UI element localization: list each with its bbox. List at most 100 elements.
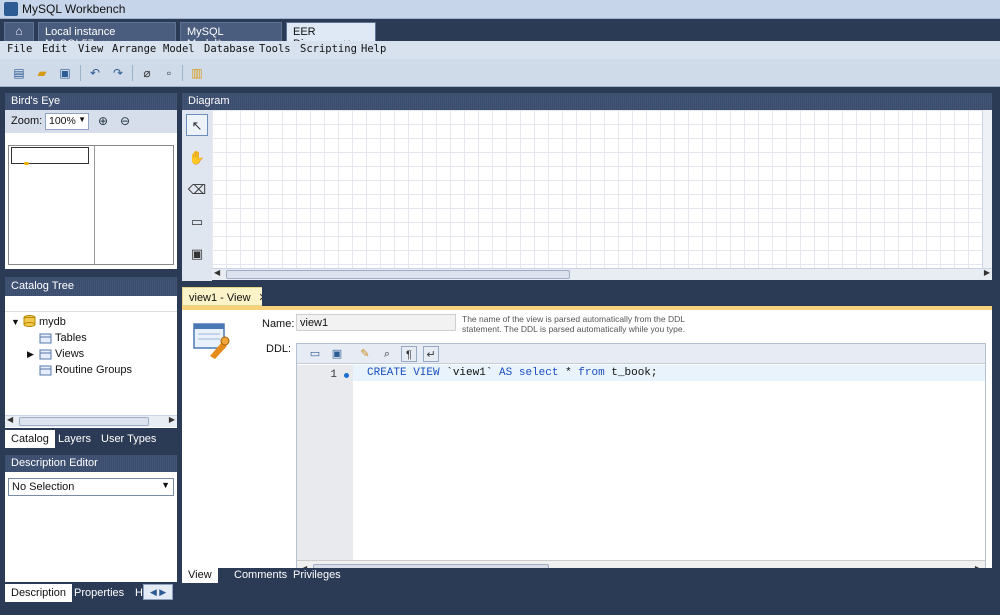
catalog-filter[interactable] bbox=[5, 296, 177, 312]
save-file-icon[interactable]: ▣ bbox=[329, 346, 345, 362]
tab-scroll-arrows-icon[interactable]: ◀ ▶ bbox=[143, 584, 173, 600]
document-tab-strip: ⌂ Local instance MySQL57✕ MySQL Model*✕ … bbox=[0, 19, 1000, 50]
zoom-select[interactable]: 100% ▼ bbox=[45, 113, 89, 130]
new-document-icon[interactable]: ▤ bbox=[10, 64, 28, 82]
tree-item-tables[interactable]: Tables bbox=[55, 332, 87, 344]
tables-folder-icon bbox=[39, 333, 52, 344]
window-title: MySQL Workbench bbox=[22, 2, 126, 16]
tab-description[interactable]: Description bbox=[5, 584, 73, 602]
menu-help[interactable]: Help bbox=[361, 43, 386, 55]
eraser-icon[interactable]: ⌫ bbox=[186, 178, 208, 200]
ddl-label: DDL: bbox=[266, 343, 292, 355]
mysql-workbench-app-icon bbox=[4, 2, 18, 16]
selection-dropdown[interactable]: No Selection ▼ bbox=[8, 478, 174, 496]
new-diagram-icon[interactable]: ▥ bbox=[188, 64, 206, 82]
note-tool-icon[interactable]: ▣ bbox=[186, 242, 208, 264]
main-toolbar: ▤ ▰ ▣ ↶ ↷ ⌀ ▫ ▥ bbox=[0, 59, 1000, 87]
menu-view[interactable]: View bbox=[78, 43, 103, 55]
home-tab[interactable]: ⌂ bbox=[4, 22, 34, 41]
menu-tools[interactable]: Tools bbox=[259, 43, 291, 55]
toolbar-separator bbox=[80, 65, 81, 81]
menu-model[interactable]: Model bbox=[163, 43, 195, 55]
code-line[interactable]: CREATE VIEW `view1` AS select * from t_b… bbox=[353, 365, 985, 381]
tab-privileges[interactable]: Privileges bbox=[287, 568, 347, 582]
undo-icon[interactable]: ↶ bbox=[86, 64, 104, 82]
open-folder-icon[interactable]: ▰ bbox=[33, 64, 51, 82]
expand-toggle-icon[interactable]: ▶ bbox=[27, 349, 34, 360]
menu-file[interactable]: File bbox=[7, 43, 32, 55]
invisible-chars-icon[interactable]: ¶ bbox=[401, 346, 417, 362]
status-bar bbox=[0, 605, 1000, 615]
scroll-right-icon[interactable]: ▶ bbox=[984, 268, 990, 277]
tab-mysql-model[interactable]: MySQL Model*✕ bbox=[180, 22, 282, 50]
catalog-horizontal-scrollbar[interactable]: ◀ ▶ bbox=[5, 415, 177, 427]
birds-eye-panel: Bird's Eye Zoom: 100% ▼ ⊕ ⊖ bbox=[5, 93, 177, 269]
zoom-bar: Zoom: 100% ▼ ⊕ ⊖ bbox=[5, 110, 177, 133]
tab-user-types[interactable]: User Types bbox=[95, 430, 162, 448]
line-gutter: 1 bbox=[297, 365, 353, 560]
birds-eye-minimap[interactable] bbox=[8, 145, 174, 265]
menu-arrange[interactable]: Arrange bbox=[112, 43, 156, 55]
find-icon[interactable]: ⌕ bbox=[379, 346, 395, 362]
beautify-icon[interactable]: ✎ bbox=[357, 346, 373, 362]
birds-eye-header: Bird's Eye bbox=[5, 93, 177, 110]
name-label: Name: bbox=[262, 318, 295, 330]
diagram-horizontal-scrollbar[interactable]: ◀ ▶ bbox=[212, 268, 992, 280]
tab-layers[interactable]: Layers bbox=[52, 430, 97, 448]
scroll-left-icon[interactable]: ◀ bbox=[214, 268, 220, 277]
menu-bar: File Edit View Arrange Model Database To… bbox=[0, 41, 1000, 59]
tab-eer-diagram[interactable]: EER Diagram✕ bbox=[286, 22, 376, 50]
database-icon bbox=[23, 315, 36, 327]
chevron-down-icon: ▼ bbox=[78, 115, 86, 124]
scroll-right-icon[interactable]: ▶ bbox=[169, 415, 175, 424]
zoom-label: Zoom: bbox=[11, 115, 43, 127]
chevron-down-icon: ▼ bbox=[161, 480, 170, 490]
hand-tool-icon[interactable]: ✋ bbox=[186, 146, 208, 168]
open-file-icon[interactable]: ▭ bbox=[307, 346, 323, 362]
tab-comments[interactable]: Comments bbox=[228, 568, 293, 582]
layer-tool-icon[interactable]: ▭ bbox=[186, 210, 208, 232]
scroll-thumb[interactable] bbox=[226, 270, 570, 279]
tab-properties[interactable]: Properties bbox=[68, 584, 130, 602]
selection-value: No Selection bbox=[12, 481, 75, 493]
menu-edit[interactable]: Edit bbox=[42, 43, 67, 55]
select-pointer-icon[interactable]: ↖ bbox=[186, 114, 208, 136]
editor-body: Name: The name of the view is parsed aut… bbox=[182, 310, 992, 578]
ddl-editor[interactable]: ▭ ▣ ✎ ⌕ ¶ ↵ 1 CREATE VIEW `view1` AS sel… bbox=[296, 343, 986, 578]
view-name-field[interactable] bbox=[296, 314, 456, 331]
zoom-in-icon[interactable]: ⊕ bbox=[95, 113, 111, 129]
expand-toggle-icon[interactable]: ▼ bbox=[11, 317, 20, 327]
tab-local-instance[interactable]: Local instance MySQL57✕ bbox=[38, 22, 176, 50]
tree-item-views[interactable]: Views bbox=[55, 348, 84, 360]
menu-scripting[interactable]: Scripting bbox=[300, 43, 357, 55]
word-wrap-icon[interactable]: ↵ bbox=[423, 346, 439, 362]
tab-view1-view[interactable]: view1 - View✕ bbox=[182, 287, 275, 306]
tab-label: view1 - View bbox=[189, 292, 251, 304]
scroll-left-icon[interactable]: ◀ bbox=[7, 415, 13, 424]
tab-view[interactable]: View bbox=[182, 568, 218, 583]
zoom-out-icon[interactable]: ⊖ bbox=[117, 113, 133, 129]
align-grid-icon[interactable]: ▫ bbox=[160, 64, 178, 82]
tree-item-mydb[interactable]: mydb bbox=[39, 316, 66, 328]
tree-item-routine-groups[interactable]: Routine Groups bbox=[55, 364, 132, 376]
routine-groups-folder-icon bbox=[39, 365, 52, 376]
diagram-panel: Diagram ↖ ✋ ⌫ ▭ ▣ ◀ ▶ bbox=[182, 93, 992, 281]
diagram-vertical-scrollbar[interactable] bbox=[982, 110, 992, 268]
title-bar: MySQL Workbench bbox=[0, 0, 1000, 19]
editor-tabbar-fill bbox=[262, 287, 992, 306]
menu-database[interactable]: Database bbox=[204, 43, 255, 55]
keyword: AS select bbox=[499, 367, 559, 379]
redo-icon[interactable]: ↷ bbox=[109, 64, 127, 82]
identifier: `view1` bbox=[439, 367, 500, 379]
catalog-tree-panel: Catalog Tree ▼ mydb Tables ▶ Views Routi… bbox=[5, 277, 177, 449]
minimap-viewport[interactable] bbox=[11, 147, 89, 164]
tab-catalog[interactable]: Catalog bbox=[5, 430, 55, 448]
save-icon[interactable]: ▣ bbox=[56, 64, 74, 82]
ddl-toolbar: ▭ ▣ ✎ ⌕ ¶ ↵ bbox=[297, 344, 985, 364]
toggle-grid-icon[interactable]: ⌀ bbox=[138, 64, 156, 82]
minimap-object bbox=[24, 162, 29, 165]
diagram-canvas[interactable] bbox=[212, 110, 982, 268]
description-editor-panel: Description Editor No Selection ▼ bbox=[5, 455, 177, 585]
zoom-value: 100% bbox=[49, 115, 76, 127]
scroll-thumb[interactable] bbox=[19, 417, 149, 426]
